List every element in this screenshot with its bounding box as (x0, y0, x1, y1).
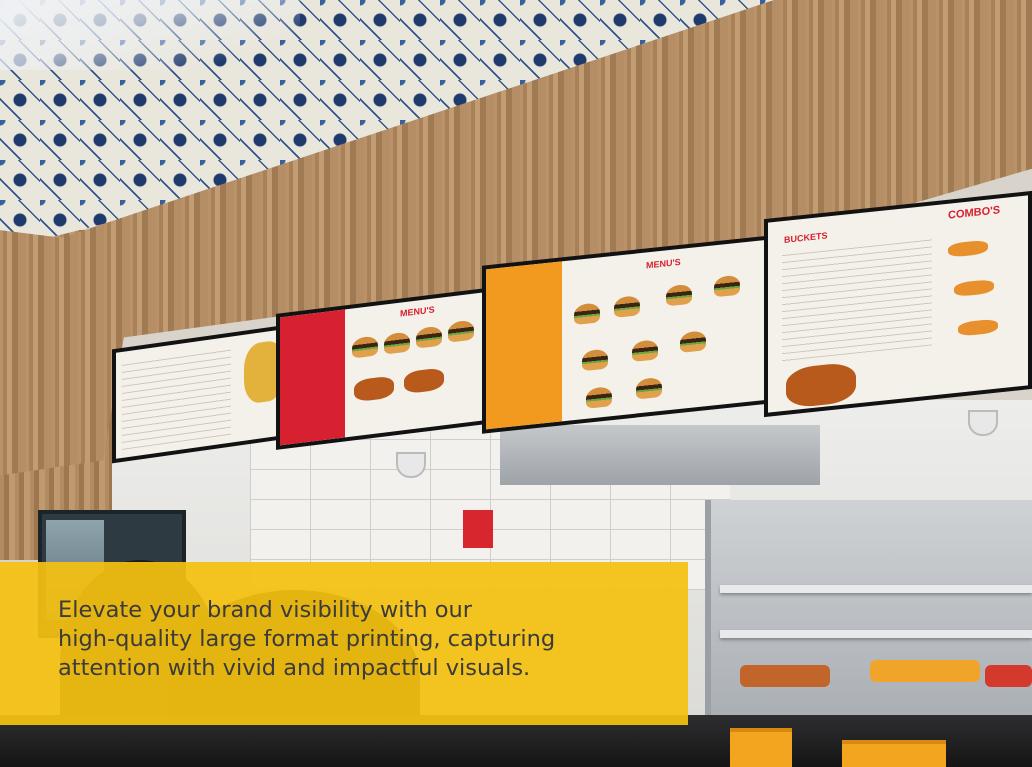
burger-image (384, 331, 410, 355)
security-camera-icon (396, 452, 426, 478)
combo-image (958, 318, 998, 337)
ceiling-light (0, 0, 300, 70)
menu-title: COMBO'S (948, 204, 1001, 222)
burger-image (666, 283, 692, 307)
food-tray (870, 660, 980, 682)
chicken-bucket-image (786, 361, 856, 409)
brand-band (280, 309, 346, 446)
burger-image (614, 295, 640, 318)
combo-image (954, 278, 994, 298)
fire-extinguisher-sign (463, 510, 493, 548)
burger-image (448, 319, 474, 343)
burger-image (680, 330, 706, 353)
menu-screen-2: MENU'S (276, 286, 502, 450)
menu-subtitle: BUCKETS (784, 230, 828, 245)
food-tray (985, 665, 1032, 687)
menu-screen-4: BUCKETS COMBO'S (764, 190, 1032, 418)
brand-band (486, 261, 562, 430)
burger-image (574, 302, 600, 326)
promo-caption-text: Elevate your brand visibility with our h… (58, 596, 688, 683)
menu-title: MENU'S (646, 256, 681, 271)
paper-bag (842, 740, 946, 767)
promo-caption-box: Elevate your brand visibility with our h… (0, 562, 688, 725)
nuggets-image (404, 367, 444, 395)
caption-line: attention with vivid and impactful visua… (58, 655, 531, 681)
warmer-shelf (720, 630, 1032, 638)
combo-image (948, 239, 988, 258)
burger-image (416, 325, 442, 349)
restaurant-photo: MENU'S MENU'S BUCKETS COMBO'S Elevate yo… (0, 0, 1032, 767)
menu-screen-3: MENU'S (482, 234, 782, 434)
paper-bag (730, 728, 792, 767)
burger-image (636, 376, 662, 400)
burger-image (632, 339, 658, 362)
caption-line: high-quality large format printing, capt… (58, 626, 556, 652)
caption-line: Elevate your brand visibility with our (58, 597, 473, 623)
kitchen-hood (500, 425, 820, 485)
burger-image (586, 386, 612, 409)
fried-chicken-tray (740, 665, 830, 687)
security-camera-icon (968, 410, 998, 436)
burger-image (352, 335, 378, 359)
burger-image (582, 348, 608, 372)
food-warmer-cabinet (705, 500, 1032, 730)
burger-image (714, 274, 740, 298)
menu-title: MENU'S (400, 304, 435, 319)
nuggets-image (354, 375, 394, 403)
warmer-shelf (720, 585, 1032, 593)
